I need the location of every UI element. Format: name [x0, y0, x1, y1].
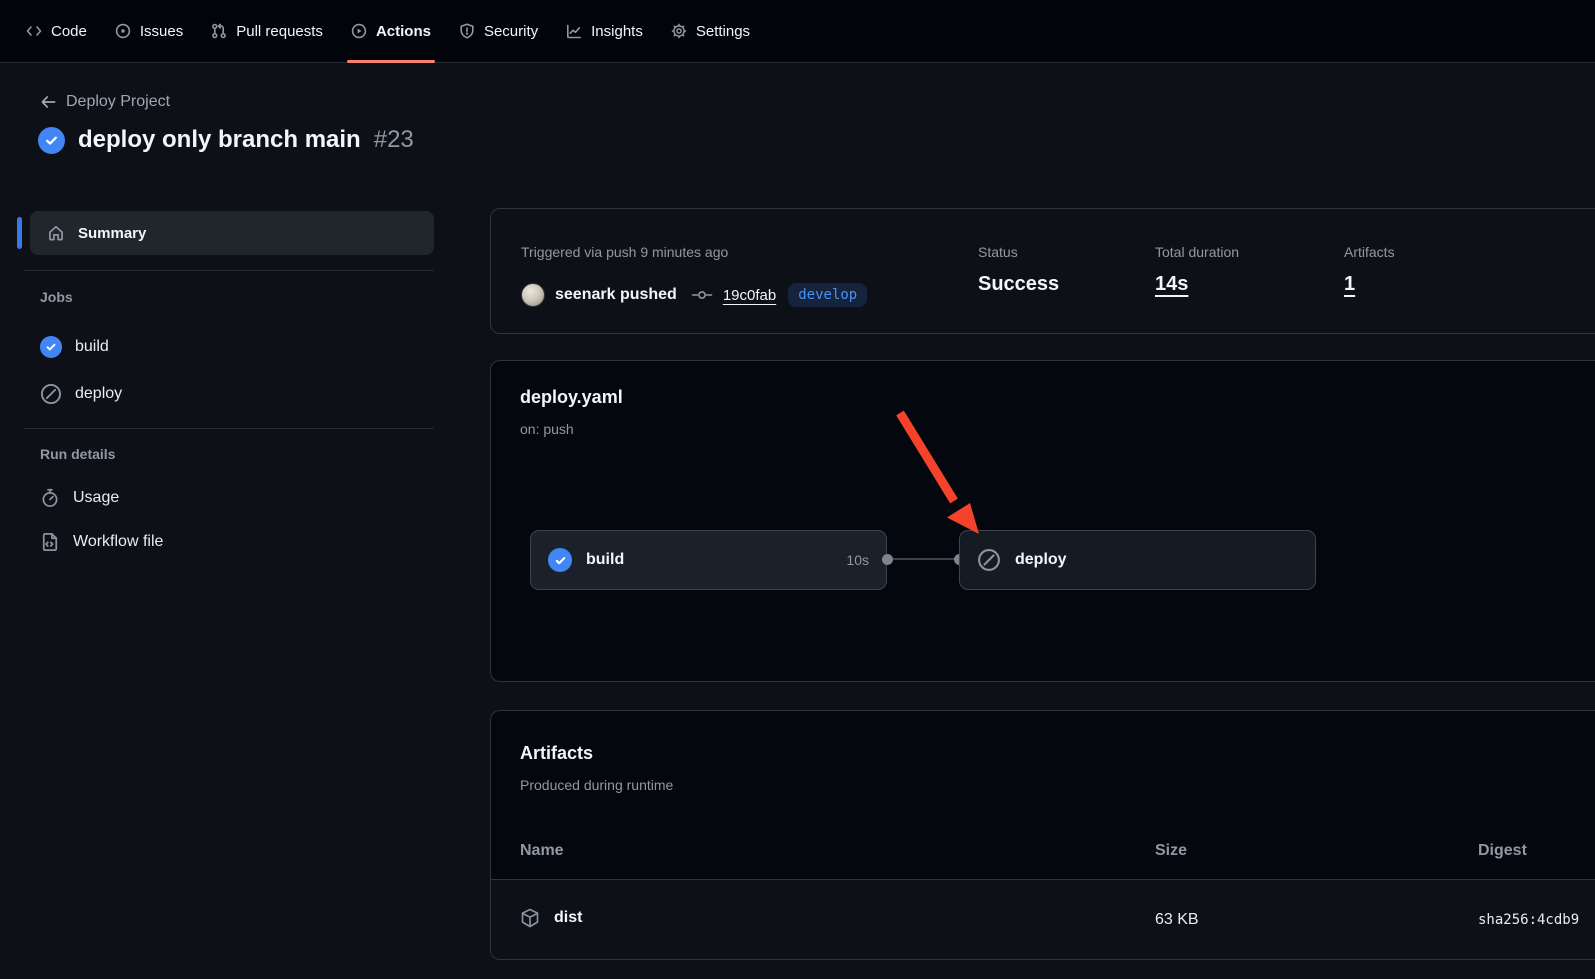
workflow-trigger: on: push	[520, 421, 574, 437]
artifact-name: dist	[554, 909, 582, 927]
run-details-heading: Run details	[40, 446, 115, 462]
gear-icon	[671, 23, 687, 39]
trigger-text: Triggered via push 9 minutes ago	[521, 244, 728, 260]
code-icon	[26, 23, 42, 39]
node-label: build	[586, 551, 624, 569]
workflow-graph-card: deploy.yaml on: push build 10s deploy	[490, 360, 1595, 682]
workflow-file-name: deploy.yaml	[520, 387, 623, 408]
tab-label: Pull requests	[236, 23, 323, 40]
job-label: build	[75, 338, 109, 356]
commit-sha-link[interactable]: 19c0fab	[723, 287, 776, 304]
sidebar-item-label: Usage	[73, 489, 119, 507]
actor-pushed-text: seenark pushed	[555, 286, 677, 304]
run-success-check-icon	[38, 127, 65, 154]
duration-column: Total duration 14s	[1155, 244, 1239, 296]
graph-connector-dot	[882, 554, 893, 565]
jobs-heading: Jobs	[40, 289, 73, 305]
home-icon	[47, 224, 65, 242]
sidebar-divider	[24, 428, 434, 429]
pull-request-icon	[211, 23, 227, 39]
graph-node-build[interactable]: build 10s	[530, 530, 887, 590]
status-value: Success	[978, 273, 1059, 296]
artifact-name-cell[interactable]: dist	[520, 908, 582, 928]
file-code-icon	[40, 532, 60, 552]
tab-pull-requests[interactable]: Pull requests	[197, 0, 337, 62]
tab-label: Security	[484, 23, 538, 40]
artifacts-count-link[interactable]: 1	[1344, 273, 1395, 296]
skipped-icon	[40, 383, 62, 405]
sidebar-item-label: Workflow file	[73, 533, 163, 551]
tab-label: Insights	[591, 23, 643, 40]
run-number: #23	[374, 126, 414, 154]
tab-settings[interactable]: Settings	[657, 0, 764, 62]
tab-label: Settings	[696, 23, 750, 40]
tab-issues[interactable]: Issues	[101, 0, 197, 62]
artifact-table-row: dist 63 KB sha256:4cdb9	[491, 879, 1595, 959]
tab-code[interactable]: Code	[12, 0, 101, 62]
trigger-detail-row: seenark pushed 19c0fab develop	[521, 283, 867, 307]
run-title: deploy only branch main	[78, 126, 361, 154]
back-to-workflow-link[interactable]: Deploy Project	[40, 93, 170, 111]
git-commit-icon	[691, 287, 713, 303]
sidebar-job-deploy[interactable]: deploy	[40, 383, 122, 405]
duration-value-link[interactable]: 14s	[1155, 273, 1239, 296]
artifacts-title: Artifacts	[520, 743, 593, 764]
repo-nav: Code Issues Pull requests Actions Securi…	[0, 0, 1595, 63]
artifacts-label: Artifacts	[1344, 244, 1395, 260]
job-label: deploy	[75, 385, 122, 403]
sidebar-job-build[interactable]: build	[40, 336, 109, 358]
stopwatch-icon	[40, 488, 60, 508]
node-label: deploy	[1015, 551, 1067, 569]
shield-icon	[459, 23, 475, 39]
column-header-size: Size	[1155, 842, 1187, 860]
arrow-left-icon	[40, 94, 57, 110]
sidebar-item-usage[interactable]: Usage	[40, 488, 119, 508]
workflow-name: Deploy Project	[66, 93, 170, 111]
artifacts-subtitle: Produced during runtime	[520, 777, 673, 793]
tab-security[interactable]: Security	[445, 0, 552, 62]
tab-insights[interactable]: Insights	[552, 0, 657, 62]
run-title-row: deploy only branch main #23	[38, 126, 414, 154]
sidebar-divider	[24, 270, 434, 271]
package-icon	[520, 908, 540, 928]
status-column: Status Success	[978, 244, 1059, 296]
skipped-icon	[977, 548, 1001, 572]
branch-label[interactable]: develop	[788, 283, 867, 307]
actor-avatar[interactable]	[521, 283, 545, 307]
tab-actions[interactable]: Actions	[337, 0, 445, 62]
duration-label: Total duration	[1155, 244, 1239, 260]
run-summary-card: Triggered via push 9 minutes ago seenark…	[490, 208, 1595, 334]
success-check-icon	[40, 336, 62, 358]
sidebar-item-summary[interactable]: Summary	[30, 211, 434, 255]
artifact-size-cell: 63 KB	[1155, 911, 1199, 929]
sidebar-item-workflow-file[interactable]: Workflow file	[40, 532, 163, 552]
success-check-icon	[548, 548, 572, 572]
issue-icon	[115, 23, 131, 39]
column-header-name: Name	[520, 842, 564, 860]
artifacts-count-column: Artifacts 1	[1344, 244, 1395, 296]
sidebar-item-label: Summary	[78, 225, 146, 242]
graph-connector-line	[887, 558, 959, 560]
tab-label: Issues	[140, 23, 183, 40]
artifacts-card: Artifacts Produced during runtime Name S…	[490, 710, 1595, 960]
play-circle-icon	[351, 23, 367, 39]
tab-label: Code	[51, 23, 87, 40]
status-label: Status	[978, 244, 1059, 260]
graph-node-deploy[interactable]: deploy	[959, 530, 1316, 590]
graph-icon	[566, 23, 582, 39]
tab-label: Actions	[376, 23, 431, 40]
column-header-digest: Digest	[1478, 842, 1527, 860]
node-duration: 10s	[846, 552, 869, 568]
selected-item-accent-bar	[17, 217, 22, 249]
artifact-digest-cell: sha256:4cdb9	[1478, 912, 1579, 928]
